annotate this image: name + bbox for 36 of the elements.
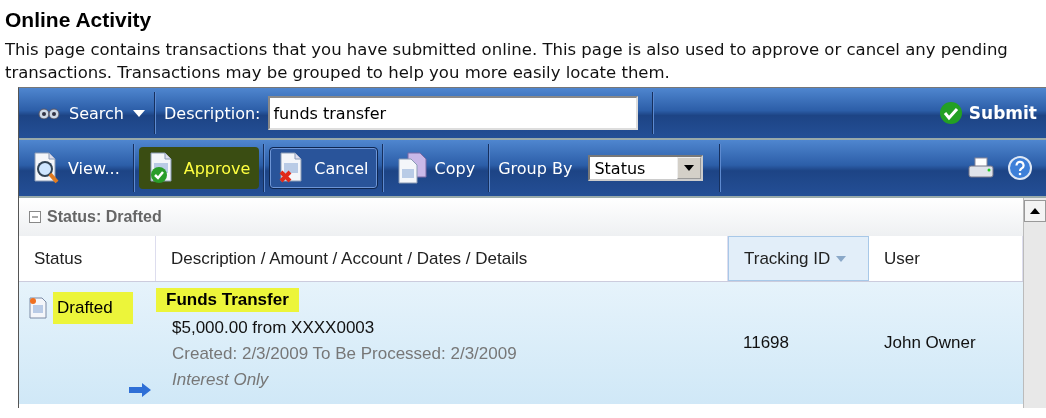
dropdown-arrow-icon [684, 165, 695, 171]
binoculars-icon [38, 107, 60, 119]
search-button[interactable]: Search [29, 98, 154, 128]
copy-documents-icon [396, 152, 429, 184]
page-description: This page contains transactions that you have submitted online. This page is also used to approve or cancel any pending transactions. Transactions may be grouped to help you more easily locate them. [5, 39, 1009, 84]
dates-text: Created: 2/3/2009 To Be Processed: 2/3/2009 [171, 344, 518, 364]
group-by-label: Group By [497, 158, 574, 178]
column-header[interactable]: Tracking ID [728, 236, 869, 281]
copy-button[interactable]: Copy [387, 147, 485, 189]
page-title: Online Activity [5, 8, 153, 32]
check-circle-icon [938, 101, 963, 125]
approve-button[interactable]: Approve [138, 147, 260, 189]
transaction-title: Funds Transfer [156, 288, 299, 312]
tracking-id-cell-text: 11698 [742, 332, 790, 354]
view-button[interactable]: View... [23, 147, 129, 189]
document-icon [29, 297, 47, 319]
help-icon[interactable] [1008, 156, 1032, 180]
description-field[interactable]: funds transfer [268, 96, 639, 130]
column-header[interactable]: Status [19, 236, 156, 281]
table-row[interactable]: Drafted Funds Transfer $5,000.00 from XXXX0003 Created: 2/3/2009 To Be Processed: 2/3/2009 Interest Only 11698 John Owner [19, 282, 1023, 404]
submit-button[interactable]: Submit [929, 96, 1046, 130]
field-label: Description: [162, 103, 262, 123]
group-label: Status: Drafted [47, 208, 162, 226]
printer-icon[interactable] [968, 157, 994, 179]
details-text: Interest Only [171, 370, 270, 390]
amount-text: $5,000.00 from XXXX0003 [171, 318, 376, 338]
group-by-dropdown[interactable]: Status [588, 155, 704, 181]
status-text: Drafted [53, 292, 133, 324]
caret-icon [132, 109, 145, 117]
sort-arrow-icon [836, 255, 847, 262]
scrollbar[interactable] [1023, 198, 1046, 408]
cancel-button[interactable]: Cancel [269, 147, 378, 189]
right-arrow-icon [128, 382, 152, 398]
collapse-icon[interactable] [29, 211, 41, 223]
scroll-up-icon [1030, 208, 1040, 214]
user-cell-text: John Owner [883, 332, 977, 354]
